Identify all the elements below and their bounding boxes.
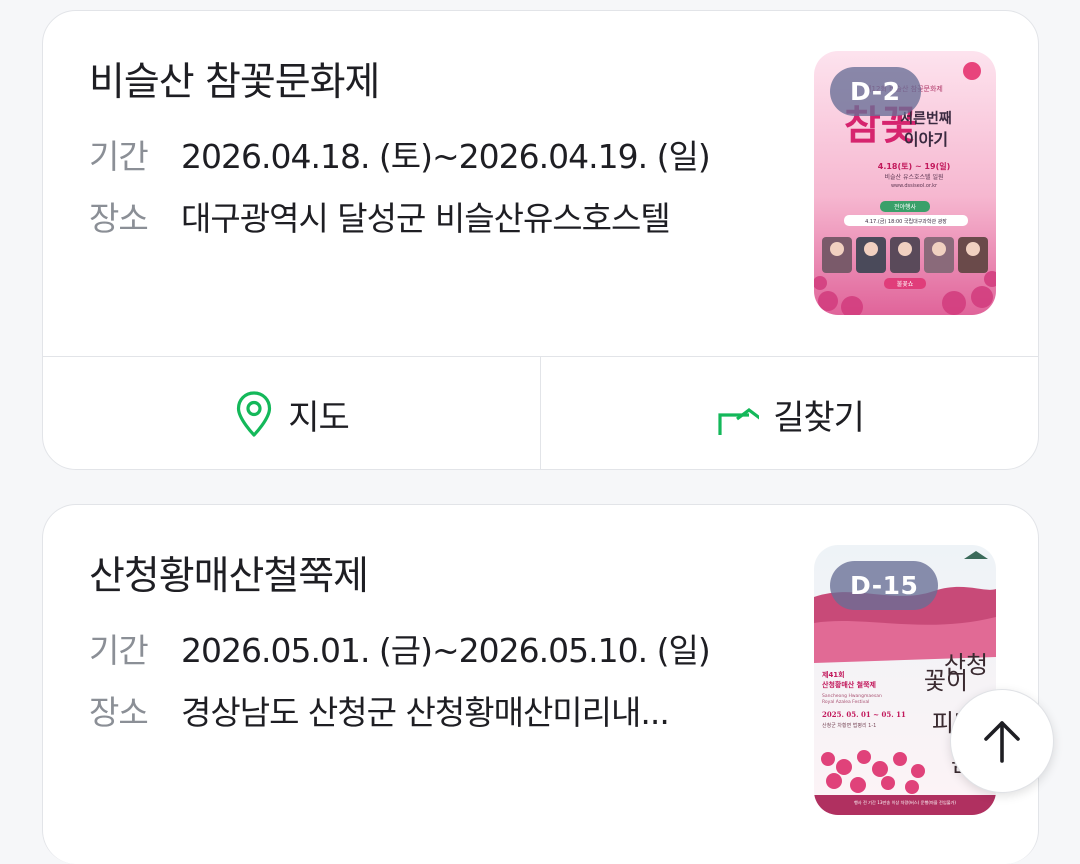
period-label: 기간 <box>89 631 149 670</box>
period-row: 기간 2026.04.18. (토)~2026.04.19. (일) <box>89 127 789 181</box>
poster-dates: 2025. 05. 01 ~ 05. 11 <box>822 710 906 719</box>
period-value: 2026.05.01. (금)~2026.05.10. (일) <box>181 631 710 670</box>
poster-dates: 4.18(토) ~ 19(일) <box>878 161 951 171</box>
period-label: 기간 <box>89 137 149 176</box>
poster-venue: 비슬산 유스호스텔 일원 <box>884 173 943 181</box>
poster-vertical-2: 꽃이 <box>924 667 968 695</box>
poster-eve-detail: 4.17.(금) 18:00 국립대구과학관 광장 <box>865 218 947 225</box>
scroll-top-button[interactable] <box>950 689 1054 793</box>
place-row: 장소 경상남도 산청군 산청황매산미리내... <box>89 683 789 737</box>
poster-eve-label: 전야행사 <box>894 203 917 211</box>
period-row: 기간 2026.05.01. (금)~2026.05.10. (일) <box>89 621 789 675</box>
directions-label: 길찾기 <box>773 397 865 438</box>
poster-footer: 행사 전 기간 13만송 이상 차량(버스) 운행(마을 전입불가) <box>854 799 956 806</box>
festival-card[interactable]: 비슬산 참꽃문화제 기간 2026.04.18. (토)~2026.04.19.… <box>42 10 1039 470</box>
festival-info: 비슬산 참꽃문화제 기간 2026.04.18. (토)~2026.04.19.… <box>89 53 789 243</box>
poster-title-ko: 산청황매산 철쭉제 <box>822 680 876 689</box>
poster-site: www.dssiseol.or.kr <box>891 183 938 189</box>
place-label: 장소 <box>89 693 149 732</box>
place-value: 경상남도 산청군 산청황매산미리내... <box>181 693 669 732</box>
place-row: 장소 대구광역시 달성군 비슬산유스호스텔 <box>89 189 789 243</box>
place-value: 대구광역시 달성군 비슬산유스호스텔 <box>181 199 670 238</box>
festival-card[interactable]: 산청황매산철쭉제 기간 2026.05.01. (금)~2026.05.10. … <box>42 504 1039 864</box>
period-value: 2026.04.18. (토)~2026.04.19. (일) <box>181 137 710 176</box>
svg-text:Sancheong Hwangmaesan: Sancheong Hwangmaesan <box>822 693 882 699</box>
map-button[interactable]: 지도 <box>43 357 540 469</box>
dday-badge: D-15 <box>830 561 939 610</box>
turn-arrow-icon <box>718 408 760 435</box>
festival-info: 산청황매산철쭉제 기간 2026.05.01. (금)~2026.05.10. … <box>89 547 789 737</box>
poster-performers <box>822 237 988 273</box>
location-pin-icon <box>237 391 272 437</box>
svg-text:서른번째: 서른번째 <box>900 111 952 127</box>
poster-show-label: 불꽃쇼 <box>897 281 914 288</box>
place-label: 장소 <box>89 199 149 238</box>
svg-text:이야기: 이야기 <box>904 130 948 149</box>
festival-title[interactable]: 비슬산 참꽃문화제 <box>89 53 789 113</box>
dday-badge: D-2 <box>830 67 921 116</box>
map-label: 지도 <box>288 397 350 438</box>
poster-host: 산청군 차황면 법평리 1-1 <box>822 722 876 729</box>
poster-event-no: 제41회 <box>822 670 845 679</box>
festival-title[interactable]: 산청황매산철쭉제 <box>89 547 789 607</box>
action-bar: 지도 길찾기 <box>43 356 1038 469</box>
svg-text:Royal Azalea Festival: Royal Azalea Festival <box>822 699 869 705</box>
directions-button[interactable]: 길찾기 <box>540 357 1038 469</box>
festival-poster[interactable]: 제12회 비슬산 참꽃문화제 참꽃 서른번째 이야기 4.18(토) ~ 19(… <box>814 51 996 315</box>
arrow-up-icon <box>984 721 1020 763</box>
